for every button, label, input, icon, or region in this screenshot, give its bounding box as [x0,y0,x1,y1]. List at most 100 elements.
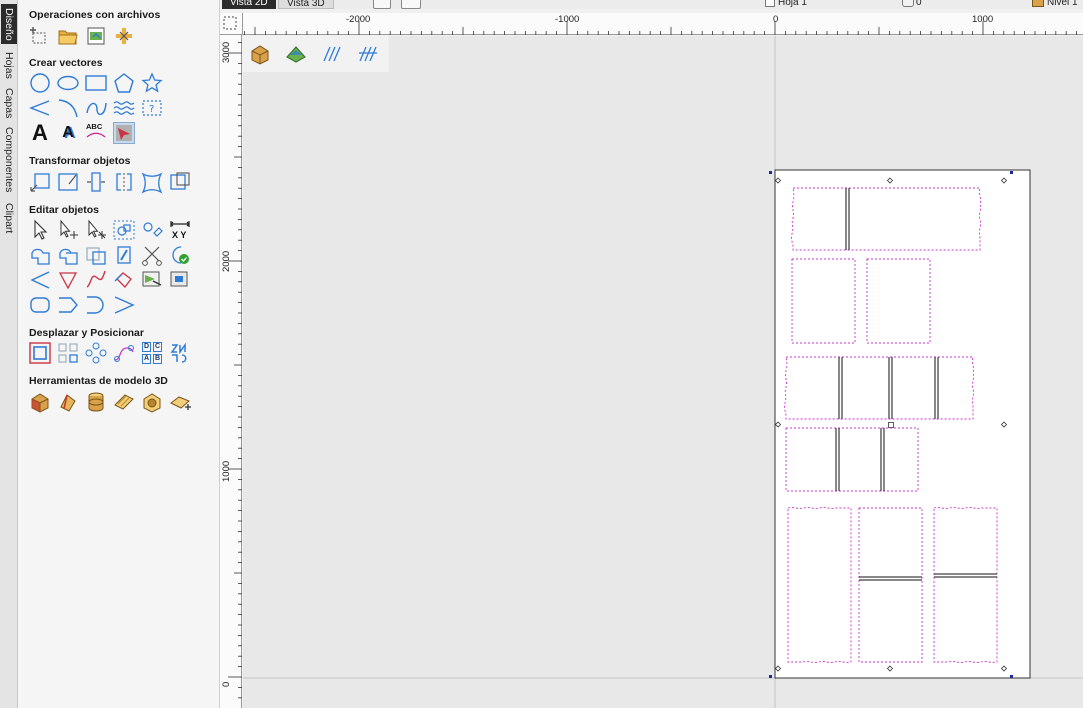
add-model-icon[interactable] [169,391,191,413]
level-icon [1032,0,1044,7]
extrude-icon[interactable] [85,391,107,413]
texture-icon[interactable] [113,391,135,413]
shaded-view-icon[interactable] [285,43,307,65]
drawing-area[interactable] [243,36,1083,708]
text-style-tool-icon[interactable]: A [57,122,79,144]
extend-vector-icon[interactable] [57,294,79,316]
table-label-a: A [142,354,151,364]
select-arrow-icon[interactable] [29,219,51,241]
table-label-c: C [153,342,162,352]
horizontal-ruler[interactable]: -2000 -1000 0 1000 [243,13,1083,35]
star-tool-icon[interactable] [141,72,163,94]
tab-diseno[interactable]: Diseño [1,4,17,44]
sheet-selector-label: Hoja 1 [778,0,807,8]
table-label-d: D [142,342,151,352]
text-on-curve-icon[interactable]: ABC [85,122,107,144]
measure-xy-label: X Y [172,230,187,240]
import-vectors-icon[interactable] [113,25,135,47]
node-edit-icon[interactable] [57,219,79,241]
section-title-file-ops: Operaciones con archivos [29,9,161,21]
distort-tool-icon[interactable] [141,171,163,194]
open-folder-icon[interactable] [57,25,79,47]
sheet-page-icon [765,0,775,7]
text-on-curve-label: ABC [86,122,103,131]
array-copy-icon[interactable] [57,342,79,364]
fillet-tool-icon[interactable] [29,269,51,291]
tab-componentes[interactable]: Componentes [1,124,17,196]
rotate-tool-icon[interactable] [85,171,107,193]
image-vector-icon[interactable] [141,269,163,291]
hruler-label: 1000 [972,14,994,25]
scissors-icon[interactable] [141,244,163,266]
text-tool-icon[interactable]: A [29,120,51,145]
arc-tool-icon[interactable] [57,97,79,119]
material-sheet[interactable] [774,169,1031,679]
3d-view-cube-icon[interactable] [249,43,271,65]
vruler-label: 2000 [221,250,232,272]
label-table-icon[interactable]: D C A B [141,342,163,364]
mirror-tool-icon[interactable] [113,171,135,193]
design-canvas[interactable] [243,36,1083,708]
text-tool-glyph: A [32,120,48,145]
wave-tool-icon[interactable] [113,97,135,119]
layout-split-icon[interactable] [401,0,421,9]
polyline-tool-icon[interactable] [29,97,51,119]
tab-capas[interactable]: Capas [1,86,17,120]
close-vectors-icon[interactable] [169,244,191,266]
weld-tool-icon[interactable] [29,244,51,266]
offset-tool-icon[interactable] [113,269,135,291]
level-selector[interactable]: Nivel 1 [1032,0,1078,9]
application-window: Diseño Hojas Capas Componentes Clipart O… [0,0,1083,708]
vertical-ruler[interactable]: 3000 2000 1000 0 [220,35,242,708]
bitmap-trace-icon[interactable]: ? [141,97,163,119]
triangle-tool-icon[interactable] [57,269,79,291]
move-position-icon[interactable] [29,342,51,364]
interactive-select-icon[interactable] [113,219,135,241]
zero-icon [902,0,914,7]
text-arrange-icon[interactable] [113,122,135,144]
import-image-icon[interactable] [85,25,107,47]
center-tool-icon[interactable] [169,171,191,193]
section-title-move: Desplazar y Posicionar [29,327,144,339]
tab-hojas[interactable]: Hojas [1,48,17,82]
rectangle-tool-icon[interactable] [85,72,107,94]
shape-editor-icon[interactable] [57,391,79,413]
view-mini-toolbar [243,36,389,72]
transform-mode-icon[interactable] [85,219,107,241]
move-tool-icon[interactable] [29,171,51,193]
join-vector-icon[interactable] [85,294,107,316]
smooth-curve-icon[interactable] [85,269,107,291]
ellipse-tool-icon[interactable] [57,72,79,94]
rounded-rect-icon[interactable] [29,294,51,316]
create-component-icon[interactable] [29,391,51,413]
tab-vista-3d[interactable]: Vista 3D [278,0,334,9]
layout-single-icon[interactable] [373,0,391,9]
toolpath-preview-icon[interactable] [357,43,379,65]
subtract-tool-icon[interactable] [57,244,79,266]
fit-image-icon[interactable] [169,269,191,291]
circle-tool-icon[interactable] [29,72,51,94]
relief-icon[interactable] [141,391,163,413]
vruler-label: 3000 [221,41,232,63]
polygon-tool-icon[interactable] [113,72,135,94]
circular-array-icon[interactable] [85,342,107,364]
measure-xy-icon[interactable]: X Y [169,219,191,241]
tab-clipart[interactable]: Clipart [1,200,17,236]
shape-align-icon[interactable] [141,219,163,241]
ruler-corner[interactable] [220,13,243,35]
new-file-icon[interactable] [29,25,51,47]
vruler-label: 1000 [221,460,232,482]
toolpath-view-icon[interactable] [321,43,343,65]
trim-tool-icon[interactable] [113,244,135,266]
zero-selector[interactable]: 0 [902,0,922,9]
intersect-tool-icon[interactable] [85,244,107,266]
tab-vista-2d[interactable]: Vista 2D [222,0,276,9]
nesting-icon[interactable] [169,342,191,364]
chevron-tool-icon[interactable] [113,294,135,316]
scale-tool-icon[interactable] [57,171,79,193]
copy-along-curve-icon[interactable] [113,342,135,364]
curve-tool-icon[interactable] [85,97,107,119]
hruler-label: -2000 [346,14,371,25]
level-selector-label: Nivel 1 [1047,0,1078,8]
sheet-selector[interactable]: Hoja 1 [765,0,807,9]
